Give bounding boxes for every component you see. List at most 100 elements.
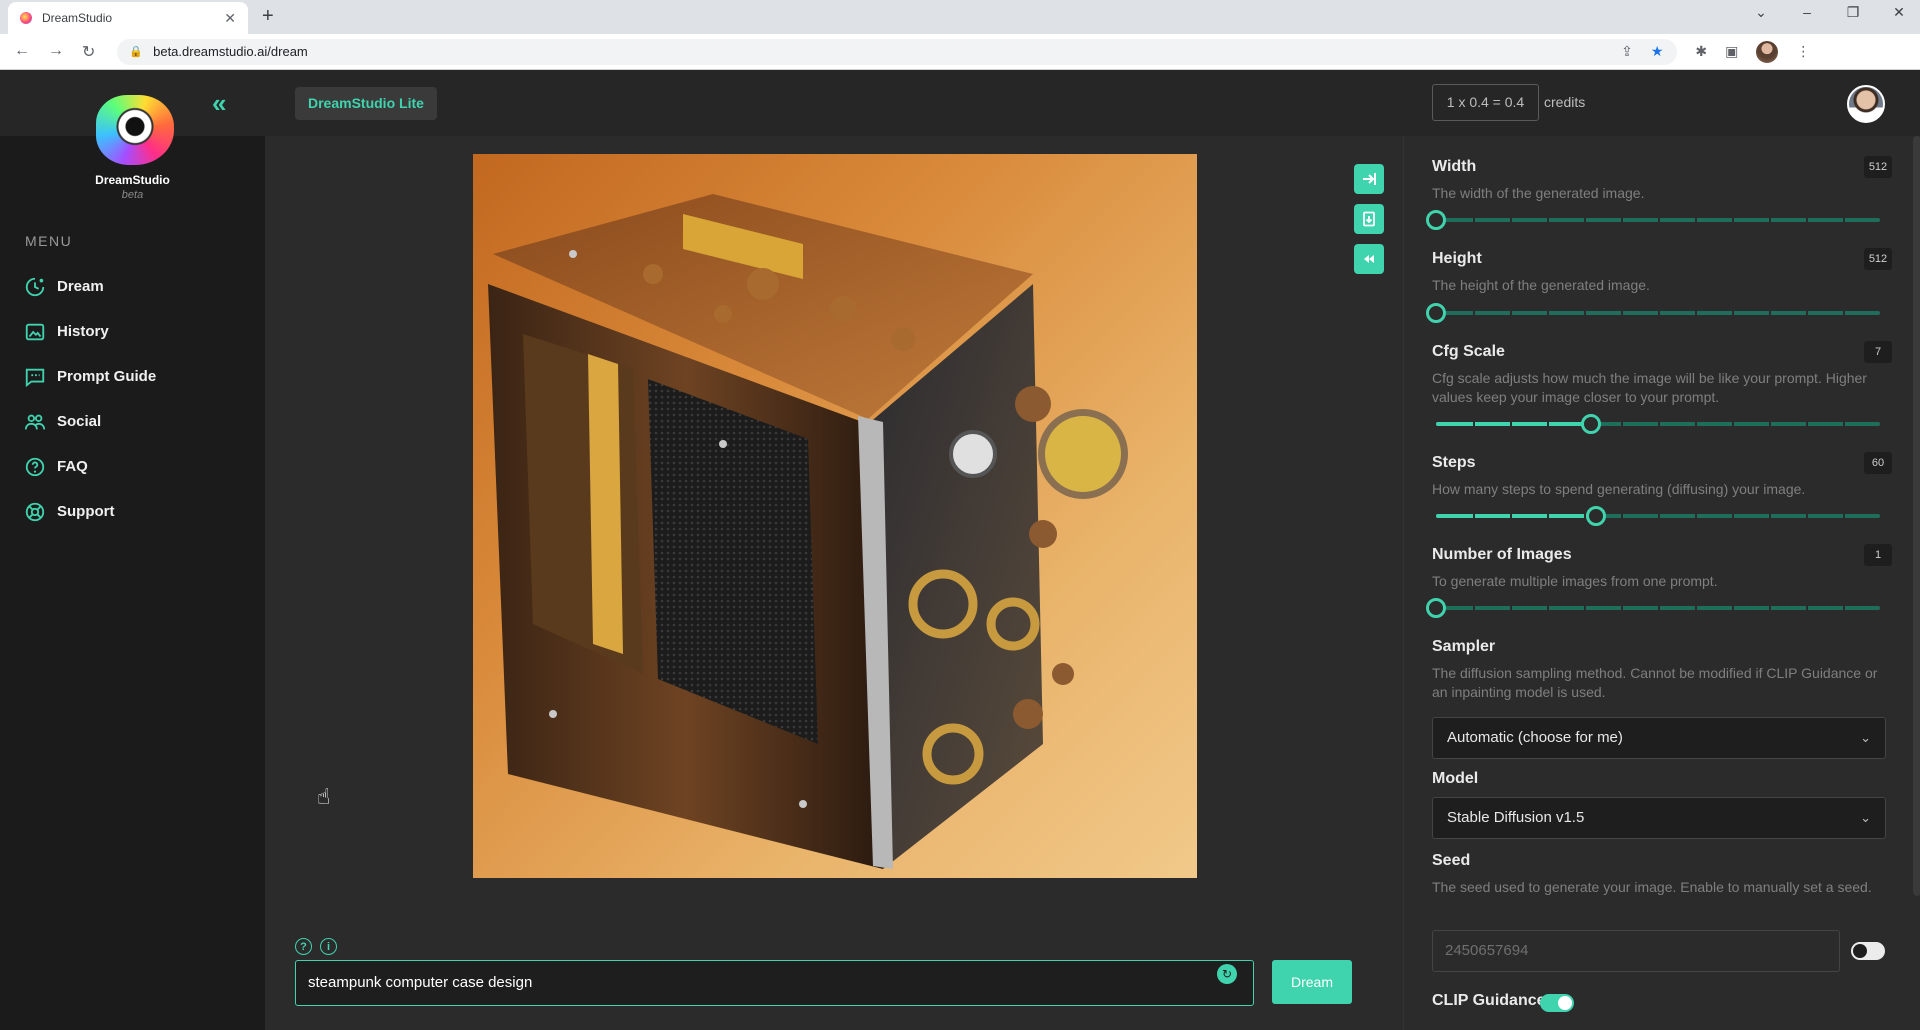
slider-tick bbox=[1732, 514, 1734, 518]
sidebar-item-prompt-guide[interactable]: Prompt Guide bbox=[23, 354, 156, 399]
height-slider[interactable] bbox=[1426, 303, 1880, 323]
settings-panel: Width The width of the generated image. … bbox=[1403, 136, 1920, 1030]
slider-thumb[interactable] bbox=[1426, 303, 1446, 323]
url-text: beta.dreamstudio.ai/dream bbox=[153, 44, 308, 59]
sidebar-item-social[interactable]: Social bbox=[23, 399, 156, 444]
chevron-down-icon: ⌄ bbox=[1860, 730, 1871, 745]
expand-image-button[interactable] bbox=[1354, 164, 1384, 194]
setting-title: Steps bbox=[1432, 454, 1476, 471]
sidebar-item-label: History bbox=[57, 323, 109, 340]
back-icon[interactable]: ← bbox=[14, 42, 30, 62]
seed-input[interactable]: 2450657694 bbox=[1432, 930, 1840, 972]
clip-guidance-toggle[interactable] bbox=[1540, 994, 1574, 1012]
model-select[interactable]: Stable Diffusion v1.5 ⌄ bbox=[1432, 797, 1886, 839]
width-slider[interactable] bbox=[1426, 210, 1880, 230]
browser-tab[interactable]: DreamStudio ✕ bbox=[8, 2, 248, 34]
sidebar-item-faq[interactable]: FAQ bbox=[23, 444, 156, 489]
user-avatar[interactable] bbox=[1847, 85, 1885, 123]
browser-menu-icon[interactable]: ⋮ bbox=[1796, 43, 1810, 60]
omnibox[interactable]: 🔒 beta.dreamstudio.ai/dream ⇪ ★ bbox=[117, 38, 1678, 65]
dreamstudio-lite-badge[interactable]: DreamStudio Lite bbox=[295, 87, 437, 120]
share-icon[interactable]: ⇪ bbox=[1621, 43, 1633, 60]
side-panel-icon[interactable]: ▣ bbox=[1725, 43, 1738, 60]
prompt-input[interactable]: steampunk computer case design bbox=[295, 960, 1254, 1006]
help-icon[interactable]: ? bbox=[295, 938, 312, 955]
setting-value: 1 bbox=[1864, 544, 1892, 566]
slider-tick bbox=[1584, 606, 1586, 610]
menu-label: MENU bbox=[25, 233, 73, 249]
sidebar-item-label: Prompt Guide bbox=[57, 368, 157, 385]
sidebar-item-label: FAQ bbox=[57, 458, 88, 475]
setting-value: 512 bbox=[1864, 156, 1892, 178]
generated-image[interactable] bbox=[473, 154, 1197, 878]
random-prompt-icon[interactable]: ↻ bbox=[1217, 964, 1237, 984]
tab-search-icon[interactable]: ⌄ bbox=[1750, 4, 1772, 21]
new-tab-icon[interactable]: + bbox=[262, 5, 274, 28]
slider-tick bbox=[1695, 422, 1697, 426]
download-image-button[interactable] bbox=[1354, 204, 1384, 234]
slider-tick bbox=[1658, 311, 1660, 315]
close-window-icon[interactable]: ✕ bbox=[1888, 4, 1910, 21]
credits-label: credits bbox=[1544, 94, 1586, 110]
slider-tick bbox=[1806, 311, 1808, 315]
setting-sampler: Sampler The diffusion sampling method. C… bbox=[1432, 638, 1882, 702]
setting-description: The seed used to generate your image. En… bbox=[1432, 879, 1872, 895]
forward-icon[interactable]: → bbox=[48, 42, 64, 62]
sampler-select[interactable]: Automatic (choose for me) ⌄ bbox=[1432, 717, 1886, 759]
slider-tick bbox=[1510, 218, 1512, 222]
extensions-icon[interactable]: ✱ bbox=[1695, 43, 1707, 60]
slider-tick bbox=[1510, 422, 1512, 426]
window-controls: ⌄ – ❐ ✕ bbox=[1750, 4, 1910, 21]
browser-profile-avatar[interactable] bbox=[1756, 40, 1779, 63]
slider-tick bbox=[1732, 311, 1734, 315]
slider-thumb[interactable] bbox=[1581, 414, 1602, 434]
slider-tick bbox=[1695, 514, 1697, 518]
restore-icon[interactable]: ❐ bbox=[1842, 4, 1864, 21]
setting-title: CLIP Guidance bbox=[1432, 992, 1546, 1009]
support-icon bbox=[23, 500, 47, 524]
slider-thumb[interactable] bbox=[1585, 506, 1606, 526]
setting-description: The height of the generated image. bbox=[1432, 277, 1650, 293]
rewind-image-button[interactable] bbox=[1354, 244, 1384, 274]
close-tab-icon[interactable]: ✕ bbox=[224, 10, 236, 27]
sidebar-item-dream[interactable]: Dream bbox=[23, 264, 156, 309]
slider-tick bbox=[1806, 514, 1808, 518]
steps-slider[interactable] bbox=[1436, 506, 1880, 526]
history-icon bbox=[23, 320, 47, 344]
slider-tick bbox=[1621, 606, 1623, 610]
browser-address-bar: ← → ↻ 🔒 beta.dreamstudio.ai/dream ⇪ ★ ✱ … bbox=[0, 34, 1920, 70]
slider-tick bbox=[1473, 311, 1475, 315]
sidebar-item-history[interactable]: History bbox=[23, 309, 156, 354]
slider-thumb[interactable] bbox=[1426, 210, 1446, 230]
cfg-scale-slider[interactable] bbox=[1436, 414, 1880, 434]
slider-tick bbox=[1695, 311, 1697, 315]
slider-tick bbox=[1658, 514, 1660, 518]
sidebar-item-support[interactable]: Support bbox=[23, 489, 156, 534]
collapse-sidebar-icon[interactable]: « bbox=[212, 88, 226, 119]
setting-description: To generate multiple images from one pro… bbox=[1432, 573, 1718, 589]
slider-tick bbox=[1732, 422, 1734, 426]
settings-scrollbar[interactable] bbox=[1913, 136, 1920, 896]
sidebar: « DreamStudio beta MENU Dream History Pr… bbox=[0, 70, 265, 1030]
slider-tick bbox=[1473, 422, 1475, 426]
slider-tick bbox=[1843, 218, 1845, 222]
setting-seed: Seed The seed used to generate your imag… bbox=[1432, 852, 1882, 897]
slider-tick bbox=[1547, 422, 1549, 426]
seed-toggle[interactable] bbox=[1851, 942, 1885, 960]
setting-clip-guidance: CLIP Guidance bbox=[1432, 992, 1882, 1010]
slider-tick bbox=[1695, 606, 1697, 610]
bookmark-star-icon[interactable]: ★ bbox=[1651, 43, 1664, 60]
reload-icon[interactable]: ↻ bbox=[82, 42, 95, 62]
slider-tick bbox=[1547, 218, 1549, 222]
number-of-images-slider[interactable] bbox=[1426, 598, 1880, 618]
slider-tick bbox=[1658, 218, 1660, 222]
setting-description: The diffusion sampling method. Cannot be… bbox=[1432, 665, 1878, 700]
setting-title: Seed bbox=[1432, 852, 1471, 869]
slider-tick bbox=[1584, 218, 1586, 222]
info-icon[interactable]: i bbox=[320, 938, 337, 955]
minimize-icon[interactable]: – bbox=[1796, 4, 1818, 21]
dream-button[interactable]: Dream bbox=[1272, 960, 1352, 1004]
slider-tick bbox=[1547, 514, 1549, 518]
slider-thumb[interactable] bbox=[1426, 598, 1446, 618]
sidebar-item-label: Support bbox=[57, 503, 115, 520]
